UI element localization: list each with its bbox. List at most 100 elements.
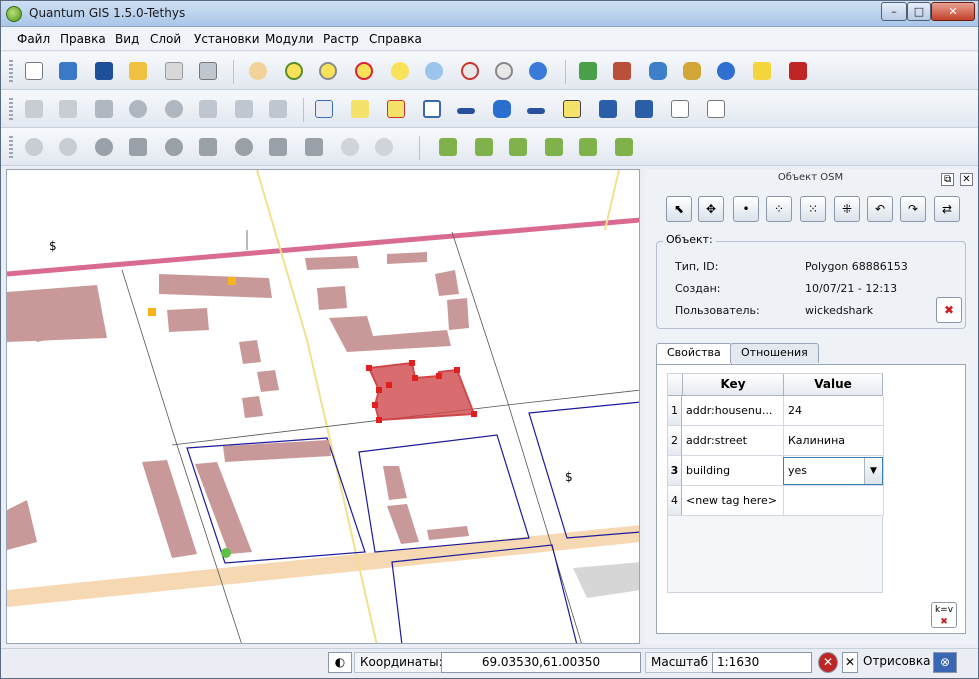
copy-features-icon[interactable]	[231, 96, 257, 122]
save-project-icon[interactable]	[91, 58, 117, 84]
new-bookmark-icon[interactable]	[595, 96, 621, 122]
value-editor-text[interactable]: yes	[788, 464, 807, 477]
map-canvas[interactable]: $ $	[6, 169, 640, 644]
minimize-button[interactable]: –	[881, 2, 907, 21]
zoom-in-icon[interactable]	[281, 58, 307, 84]
osm-line-icon[interactable]: ⁘	[766, 196, 792, 222]
osm-identify-icon[interactable]: ⬉	[666, 196, 692, 222]
tag-key-cell[interactable]: <new tag here>	[682, 486, 784, 516]
osm-history-icon[interactable]: ⇄	[934, 196, 960, 222]
tag-table[interactable]: Key Value 1 addr:housenu... 24 2 addr:st…	[667, 373, 884, 593]
measure-angle-icon[interactable]	[523, 96, 549, 122]
osm-move-icon[interactable]: ✥	[698, 196, 724, 222]
osm-redo-icon[interactable]: ↷	[900, 196, 926, 222]
measure-area-icon[interactable]	[489, 96, 515, 122]
zoom-out-icon[interactable]	[315, 58, 341, 84]
poi-green-marker[interactable]	[221, 548, 231, 558]
value-editor-combobox[interactable]: yes ▼	[783, 457, 883, 485]
value-column-header[interactable]: Value	[784, 374, 883, 396]
show-bookmarks-icon[interactable]	[631, 96, 657, 122]
add-vector-layer-icon[interactable]	[575, 58, 601, 84]
delete-selected-icon[interactable]	[161, 96, 187, 122]
menu-view[interactable]: Вид	[115, 32, 139, 46]
toggle-extents-icon[interactable]: ◐	[328, 652, 352, 673]
poi-marker[interactable]	[148, 308, 156, 316]
split-features-icon[interactable]	[301, 134, 327, 160]
osm-multi-icon[interactable]: ⁜	[834, 196, 860, 222]
osm-save-icon[interactable]	[611, 134, 637, 160]
delete-feature-icon[interactable]: ✖	[936, 297, 962, 323]
text-annotation-icon[interactable]	[667, 96, 693, 122]
toggle-editing-icon[interactable]	[21, 96, 47, 122]
tag-key-cell[interactable]: addr:housenu...	[682, 396, 784, 426]
add-postgis-layer-icon[interactable]	[645, 58, 671, 84]
reshape-features-icon[interactable]	[265, 134, 291, 160]
projection-icon[interactable]: ⊗	[933, 652, 957, 673]
map-drawing[interactable]: $ $	[7, 170, 640, 644]
tag-value-cell[interactable]	[784, 486, 884, 516]
key-column-header[interactable]: Key	[683, 374, 784, 396]
close-button[interactable]: ✕	[931, 2, 975, 21]
rotate-point-symbols-icon[interactable]	[371, 134, 397, 160]
add-spatialite-layer-icon[interactable]	[679, 58, 705, 84]
osm-undo-icon[interactable]: ↶	[867, 196, 893, 222]
tab-properties[interactable]: Свойства	[656, 343, 732, 365]
osm-point-icon[interactable]: •	[733, 196, 759, 222]
osm-download-icon[interactable]	[505, 134, 531, 160]
save-edits-icon[interactable]	[55, 96, 81, 122]
zoom-selection-icon[interactable]	[387, 58, 413, 84]
zoom-last-icon[interactable]	[457, 58, 483, 84]
menu-edit[interactable]: Правка	[60, 32, 106, 46]
osm-import-icon[interactable]	[575, 134, 601, 160]
tag-key-cell[interactable]: addr:street	[682, 426, 784, 456]
scale-field[interactable]: 1:1630	[712, 652, 812, 673]
new-shapefile-icon[interactable]	[749, 58, 775, 84]
open-project-icon[interactable]	[55, 58, 81, 84]
print-icon[interactable]	[195, 58, 221, 84]
osm-info-icon[interactable]	[471, 134, 497, 160]
tag-value-cell[interactable]: Калинина	[784, 426, 884, 456]
refresh-icon[interactable]	[525, 58, 551, 84]
print-composer-icon[interactable]	[161, 58, 187, 84]
save-as-icon[interactable]	[125, 58, 151, 84]
toolbar-grip[interactable]	[9, 136, 13, 160]
merge-features-icon[interactable]	[337, 134, 363, 160]
menu-layer[interactable]: Слой	[150, 32, 181, 46]
float-dock-button[interactable]: ⧉	[941, 173, 955, 186]
zoom-next-icon[interactable]	[491, 58, 517, 84]
paste-features-icon[interactable]	[265, 96, 291, 122]
maximize-button[interactable]: □	[907, 2, 931, 21]
menu-plugins[interactable]: Модули	[265, 32, 314, 46]
deselect-features-icon[interactable]	[383, 96, 409, 122]
measure-line-icon[interactable]	[453, 96, 479, 122]
attribute-table-icon[interactable]	[419, 96, 445, 122]
menu-help[interactable]: Справка	[369, 32, 422, 46]
menu-file[interactable]: Файл	[17, 32, 50, 46]
simplify-feature-icon[interactable]	[91, 134, 117, 160]
new-project-icon[interactable]	[21, 58, 47, 84]
chevron-down-icon[interactable]: ▼	[864, 458, 882, 484]
select-features-icon[interactable]	[347, 96, 373, 122]
render-checkbox[interactable]: ✕	[842, 652, 858, 673]
poi-marker[interactable]	[228, 277, 236, 285]
stop-render-icon[interactable]: ✕	[818, 652, 838, 673]
menu-raster[interactable]: Растр	[323, 32, 359, 46]
node-tool-icon[interactable]	[125, 96, 151, 122]
redo-icon[interactable]	[55, 134, 81, 160]
tab-relations[interactable]: Отношения	[730, 343, 819, 363]
delete-part-icon[interactable]	[231, 134, 257, 160]
delete-ring-icon[interactable]	[195, 134, 221, 160]
tag-key-cell[interactable]: building	[682, 456, 784, 486]
tag-value-cell[interactable]: 24	[784, 396, 884, 426]
osm-add-icon[interactable]	[435, 134, 461, 160]
identify-features-icon[interactable]	[311, 96, 337, 122]
add-wms-layer-icon[interactable]	[713, 58, 739, 84]
add-raster-layer-icon[interactable]	[609, 58, 635, 84]
coordinates-field[interactable]: 69.03530,61.00350	[441, 652, 641, 673]
map-tips-icon[interactable]	[559, 96, 585, 122]
cut-features-icon[interactable]	[195, 96, 221, 122]
remove-layer-icon[interactable]	[785, 58, 811, 84]
osm-upload-icon[interactable]	[541, 134, 567, 160]
undo-icon[interactable]	[21, 134, 47, 160]
remove-tag-button[interactable]: k=v ✖	[931, 602, 957, 628]
